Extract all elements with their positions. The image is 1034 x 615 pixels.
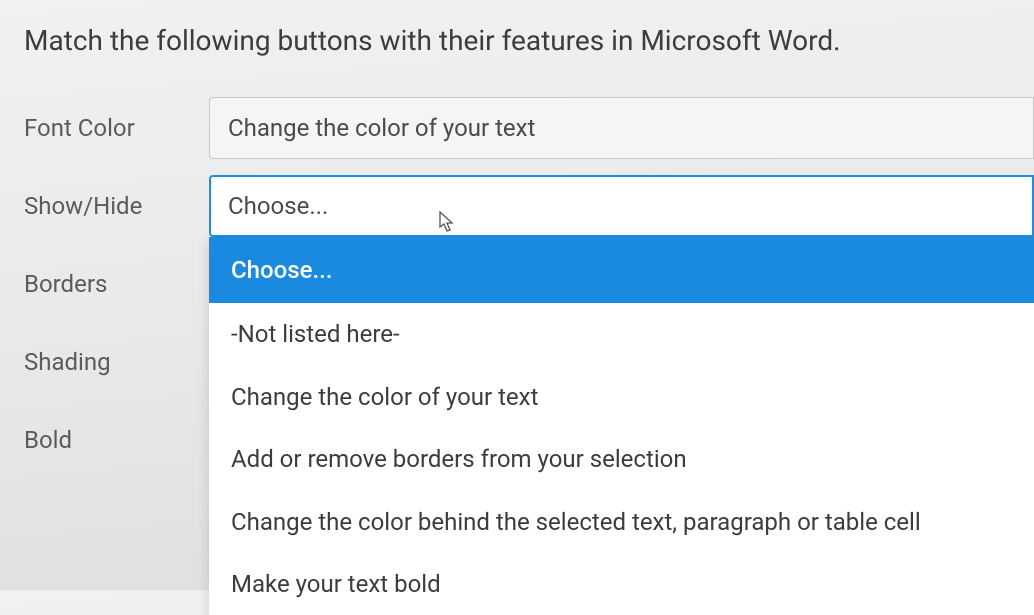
- dropdown-option-make-bold[interactable]: Make your text bold: [209, 553, 1034, 615]
- row-label: Borders: [24, 270, 209, 298]
- row-label: Font Color: [24, 114, 209, 142]
- answer-cell: Choose... Choose... -Not listed here- Ch…: [209, 175, 1034, 237]
- dropdown-option-change-color-text[interactable]: Change the color of your text: [209, 366, 1034, 428]
- question-prompt: Match the following buttons with their f…: [0, 0, 1034, 89]
- dropdown-option-not-listed[interactable]: -Not listed here-: [209, 303, 1034, 365]
- match-row-show-hide: Show/Hide Choose... Choose... -Not liste…: [24, 167, 1034, 245]
- dropdown-panel: Choose... -Not listed here- Change the c…: [209, 237, 1034, 615]
- row-label: Show/Hide: [24, 192, 209, 220]
- match-row-font-color: Font Color Change the color of your text: [24, 89, 1034, 167]
- row-label: Bold: [24, 426, 209, 454]
- answer-cell: Change the color of your text: [209, 97, 1034, 159]
- select-font-color[interactable]: Change the color of your text: [209, 97, 1034, 159]
- dropdown-option-change-color-behind[interactable]: Change the color behind the selected tex…: [209, 491, 1034, 553]
- dropdown-option-add-remove-borders[interactable]: Add or remove borders from your selectio…: [209, 428, 1034, 490]
- dropdown-option-choose[interactable]: Choose...: [209, 237, 1034, 303]
- select-show-hide[interactable]: Choose...: [209, 175, 1034, 237]
- matching-area: Font Color Change the color of your text…: [0, 89, 1034, 479]
- row-label: Shading: [24, 348, 209, 376]
